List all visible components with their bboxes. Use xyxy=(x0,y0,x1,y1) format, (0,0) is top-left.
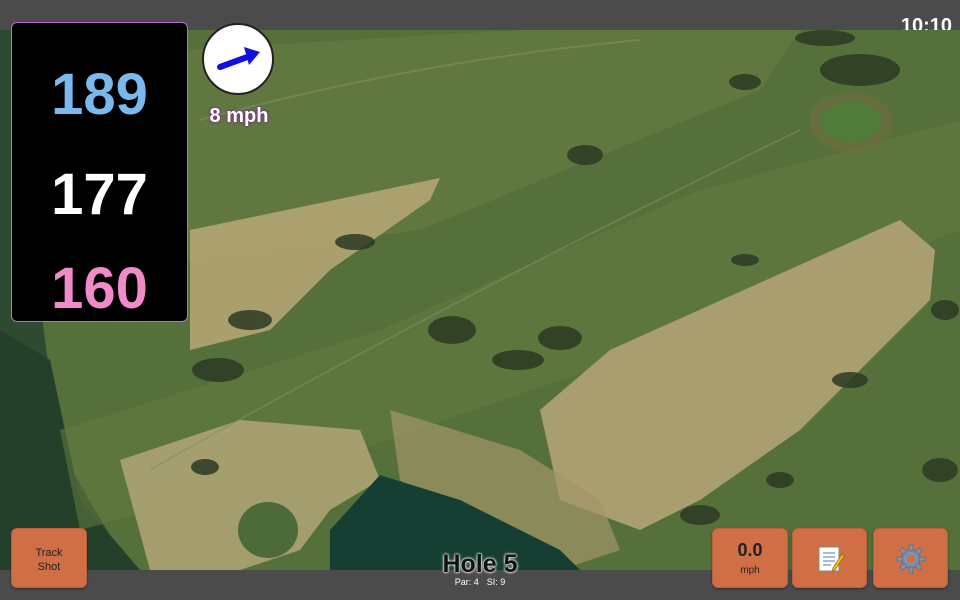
speed-unit: mph xyxy=(740,565,760,576)
wind-speed: 8 mph xyxy=(209,105,269,127)
track-shot-button[interactable]: Track Shot xyxy=(11,528,87,588)
notepad-icon xyxy=(818,546,845,572)
distance-panel: 189 177 160 xyxy=(11,22,188,322)
hole-par: Par: 4 xyxy=(454,577,479,587)
track-shot-label-line1: Track xyxy=(35,547,63,559)
middle-distance: 177 xyxy=(51,162,148,227)
speed-button[interactable]: 0.0 mph xyxy=(712,528,788,588)
hole-info: Par: 4 SI: 9 xyxy=(380,577,580,588)
speed-value: 0.0 xyxy=(737,540,763,560)
settings-button[interactable] xyxy=(873,528,948,588)
hole-si: SI: 9 xyxy=(486,577,506,587)
track-shot-label-line2: Shot xyxy=(37,561,61,573)
back-distance: 189 xyxy=(51,62,148,127)
gear-icon xyxy=(896,544,926,574)
hole-title: Hole 5 xyxy=(442,550,518,578)
notes-button[interactable] xyxy=(792,528,867,588)
arrow-icon xyxy=(217,47,260,70)
front-distance: 160 xyxy=(51,256,148,321)
wind-indicator xyxy=(202,23,274,95)
